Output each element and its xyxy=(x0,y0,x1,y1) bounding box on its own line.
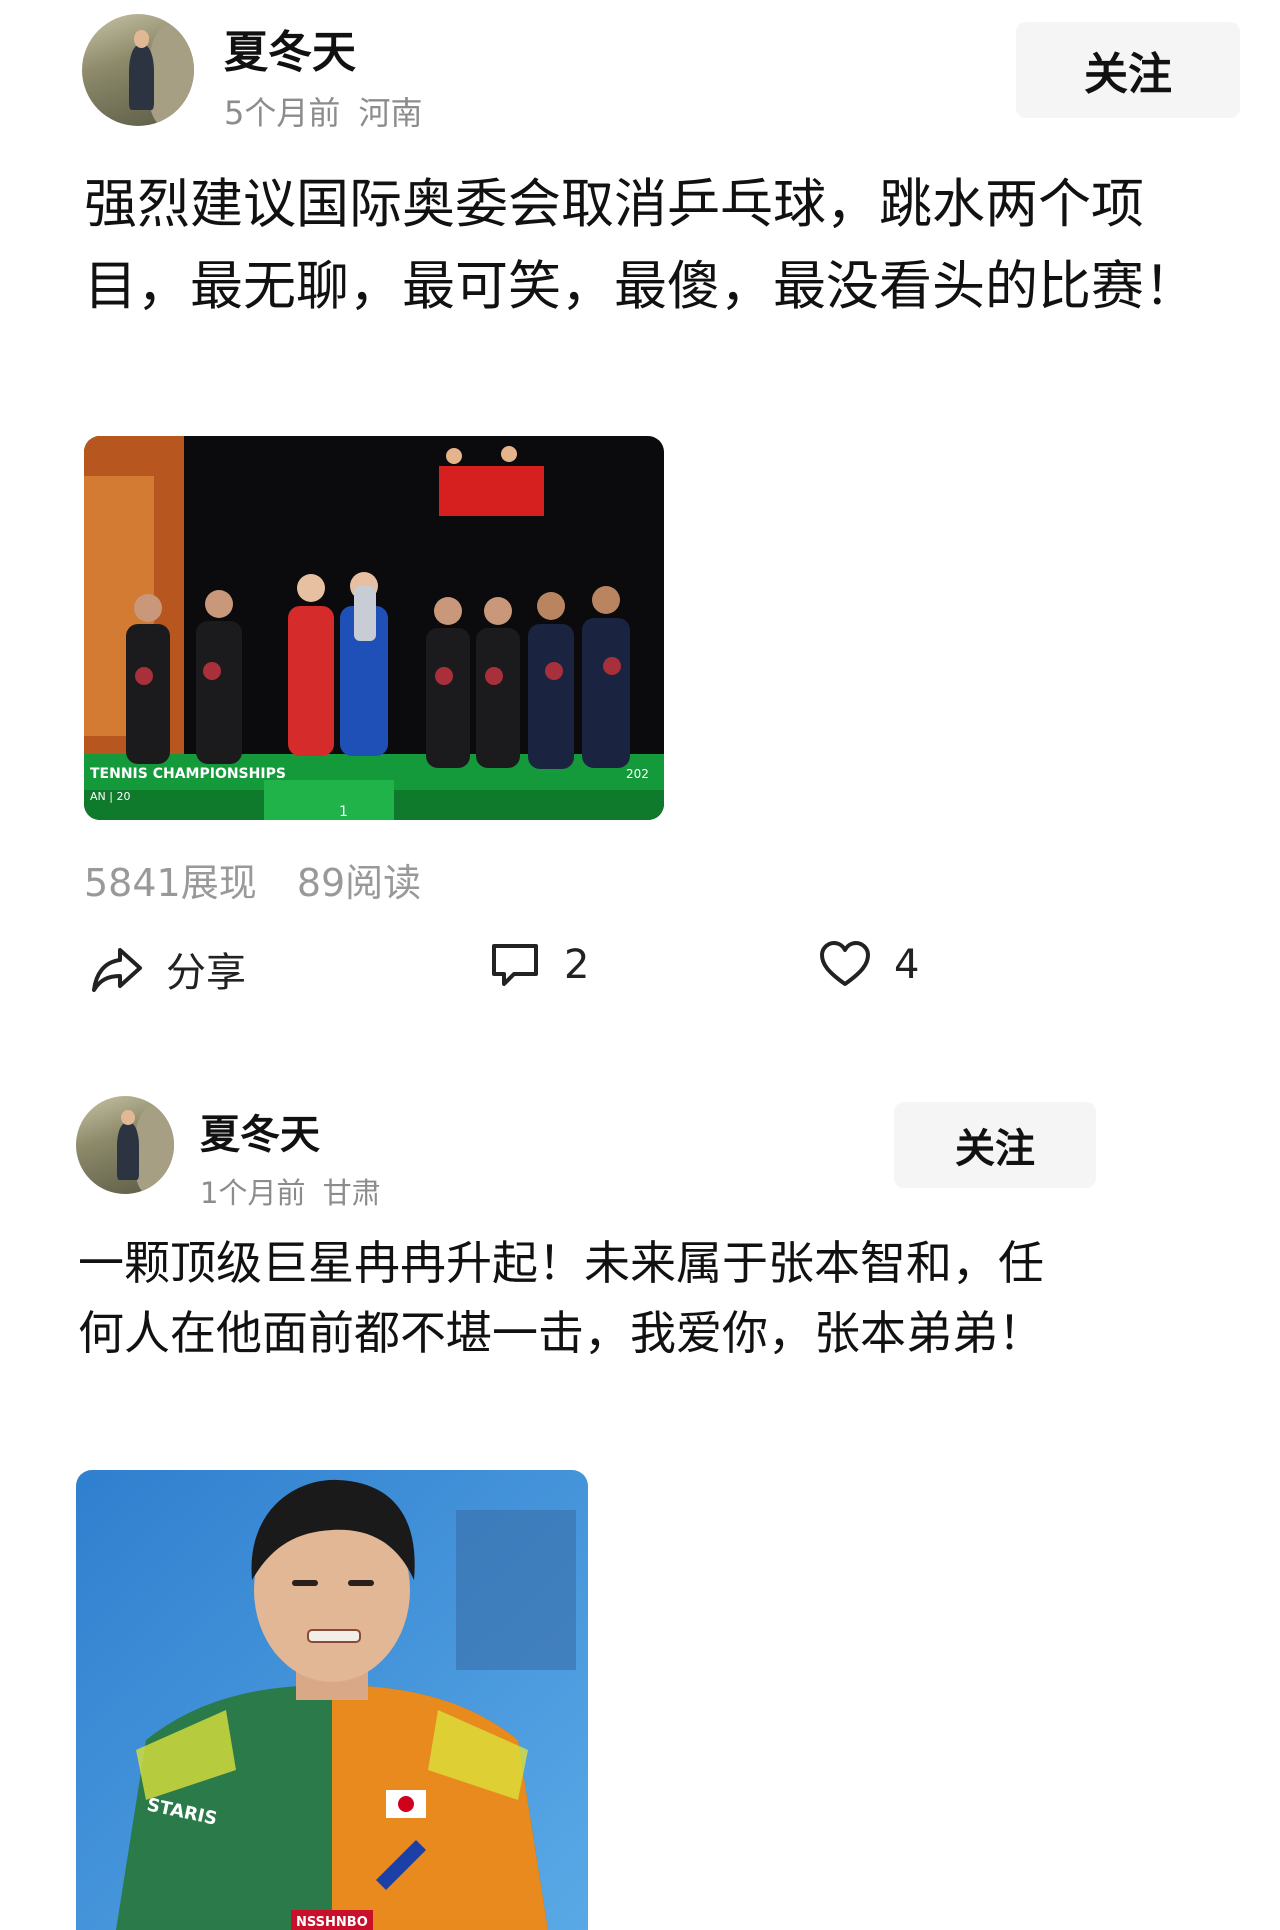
post-time: 1个月前 xyxy=(200,1176,306,1210)
like-count: 4 xyxy=(894,942,920,988)
comment-button[interactable]: 2 xyxy=(488,940,589,990)
comment-icon xyxy=(492,944,538,986)
share-label: 分享 xyxy=(166,950,246,996)
avatar[interactable] xyxy=(82,14,194,126)
post-image[interactable]: NSSHNBO STARIS xyxy=(76,1470,588,1930)
post-location: 甘肃 xyxy=(322,1176,381,1210)
podium-photo: TENNIS CHAMPIONSHIPS AN | 20 202 1 xyxy=(84,436,664,820)
action-bar: 分享 2 4 xyxy=(0,930,1280,1010)
post-2: 夏冬天 1个月前 甘肃 关注 一颗顶级巨星冉冉升起！未来属于张本智和，任何人在他… xyxy=(0,1080,1280,1930)
shirt-logo-text: NSSHNBO xyxy=(296,1915,368,1930)
comment-count: 2 xyxy=(564,942,590,988)
post-meta: 5个月前 河南 xyxy=(224,88,423,134)
post-image[interactable]: TENNIS CHAMPIONSHIPS AN | 20 202 1 xyxy=(84,436,664,820)
post-1: 夏冬天 5个月前 河南 关注 强烈建议国际奥委会取消乒乓球，跳水两个项目，最无聊… xyxy=(0,0,1280,1040)
username[interactable]: 夏冬天 xyxy=(224,16,356,80)
username[interactable]: 夏冬天 xyxy=(200,1102,320,1160)
post-content: 强烈建议国际奥委会取消乒乓球，跳水两个项目，最无聊，最可笑，最傻，最没看头的比赛… xyxy=(84,174,1197,317)
share-button[interactable]: 分享 xyxy=(90,940,246,998)
follow-button[interactable]: 关注 xyxy=(894,1102,1096,1188)
player-photo: NSSHNBO STARIS xyxy=(76,1470,588,1930)
reads-count: 89阅读 xyxy=(296,861,422,905)
heart-icon xyxy=(820,941,870,986)
post-time: 5个月前 xyxy=(224,94,341,132)
impressions-count: 5841展现 xyxy=(84,861,257,905)
like-button[interactable]: 4 xyxy=(818,940,919,990)
post-stats: 5841展现 89阅读 xyxy=(84,852,449,907)
podium-number: 1 xyxy=(339,804,348,820)
image-text: TENNIS CHAMPIONSHIPS xyxy=(90,766,286,782)
share-icon xyxy=(92,948,142,992)
post-content: 一颗顶级巨星冉冉升起！未来属于张本智和，任何人在他面前都不堪一击，我爱你，张本弟… xyxy=(78,1236,1044,1360)
image-subtext: AN | 20 xyxy=(90,790,130,803)
image-year: 202 xyxy=(626,767,649,781)
avatar[interactable] xyxy=(76,1096,174,1194)
post-location: 河南 xyxy=(358,94,423,132)
post-meta: 1个月前 甘肃 xyxy=(200,1170,381,1212)
follow-button[interactable]: 关注 xyxy=(1016,22,1240,118)
